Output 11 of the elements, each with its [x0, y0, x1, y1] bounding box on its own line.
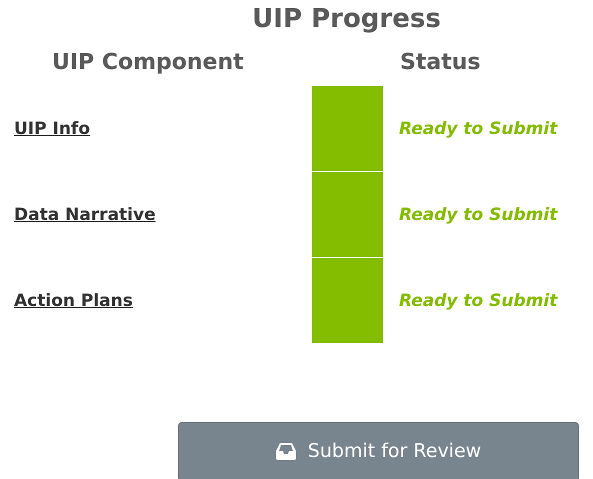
status-text: Ready to Submit: [398, 119, 559, 139]
status-text: Ready to Submit: [398, 291, 559, 311]
column-header: Status: [399, 50, 482, 75]
component-link[interactable]: UIP Info: [14, 119, 90, 139]
component-link[interactable]: Action Plans: [14, 291, 133, 311]
status-text: Ready to Submit: [398, 205, 559, 225]
inbox-icon: [276, 442, 296, 460]
component-link[interactable]: Data Narrative: [14, 205, 156, 225]
column-header: UIP Component: [51, 50, 245, 75]
page-title: UIP Progress: [251, 4, 442, 34]
submit-button[interactable]: Submit for Review: [178, 422, 579, 479]
